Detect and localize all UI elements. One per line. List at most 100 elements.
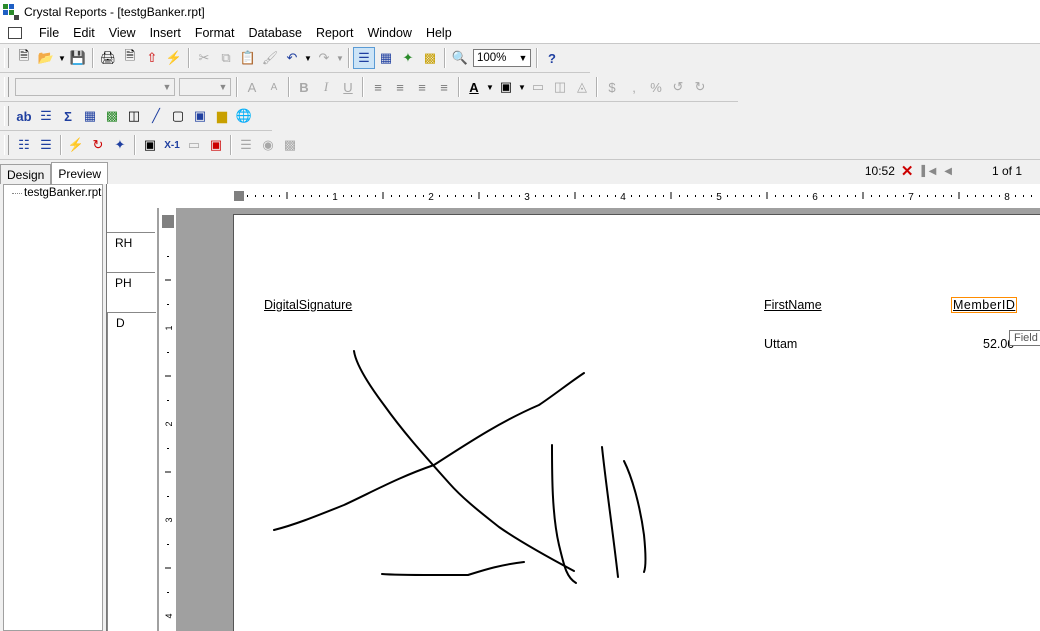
report-preview-area[interactable]: 1 2 3 4 5 6 7 8 RH PH D 1 2 3 4 DigitalSignature F… [106,184,1040,631]
redo-dropdown-icon[interactable]: ▼ [335,54,345,63]
justify-icon[interactable]: ≡ [433,76,455,98]
report-explorer-icon[interactable]: ✦ [397,47,419,69]
section-details[interactable]: D [107,312,156,631]
insert-chart-icon[interactable]: ▆ [211,105,233,127]
group-expert-icon[interactable]: ☷ [13,134,35,156]
copy-icon[interactable]: ⧉ [215,47,237,69]
ruler-tick [463,195,464,197]
formula-workshop-icon[interactable]: ✦ [109,134,131,156]
close-preview-icon[interactable]: ✕ [901,162,914,180]
decrease-decimals-icon[interactable]: ↻ [689,76,711,98]
section-expert-icon[interactable]: ↻ [87,134,109,156]
menu-report[interactable]: Report [309,26,361,40]
italic-icon[interactable]: I [315,76,337,98]
insert-olap-grid-icon[interactable]: ▩ [101,105,123,127]
thousands-separator-icon[interactable]: , [623,76,645,98]
refresh-icon[interactable]: ⚡ [163,47,185,69]
redo-icon[interactable]: ↷ [313,47,335,69]
cut-icon[interactable]: ✂ [193,47,215,69]
toolbar-grip[interactable] [4,48,9,68]
select-expert-icon[interactable]: ⚡ [65,134,87,156]
currency-icon[interactable]: $ [601,76,623,98]
align-right-icon[interactable]: ≡ [411,76,433,98]
ruler-tick [887,195,888,197]
ruler-origin-marker [162,215,174,228]
menu-window[interactable]: Window [360,26,418,40]
font-size-select[interactable]: ▼ [179,78,231,96]
print-icon[interactable]: 🖨 [97,47,119,69]
lock-format-icon[interactable]: ◫ [549,76,571,98]
increase-font-icon[interactable]: A [241,76,263,98]
grid-icon[interactable]: ▩ [279,134,301,156]
section-report-header[interactable]: RH [107,232,155,271]
ruler-tick [607,195,608,197]
open-icon[interactable]: 📂 [35,47,57,69]
repository-explorer-icon[interactable]: ▩ [419,47,441,69]
bold-icon[interactable]: B [293,76,315,98]
align-left-icon[interactable]: ≡ [367,76,389,98]
digital-signature-image[interactable] [234,215,1040,631]
lock-size-icon[interactable]: ◬ [571,76,593,98]
menu-help[interactable]: Help [419,26,459,40]
document-icon[interactable] [8,27,22,39]
tree-node-root[interactable]: testgBanker.rpt [12,187,101,199]
help-icon[interactable]: ? [541,47,563,69]
percent-icon[interactable]: % [645,76,667,98]
alerts-icon[interactable]: ☰ [235,134,257,156]
field-explorer-icon[interactable]: ▦ [375,47,397,69]
highlighting-expert-icon[interactable]: ▣ [205,134,227,156]
insert-group-icon[interactable]: ◫ [123,105,145,127]
find-icon[interactable]: 🔍 [449,47,471,69]
menu-file[interactable]: File [32,26,66,40]
format-painter-icon[interactable]: 🖌 [259,47,281,69]
zoom-select[interactable]: 100% ▼ [473,49,531,67]
menu-database[interactable]: Database [241,26,309,40]
insert-box-icon[interactable]: ▢ [167,105,189,127]
experts-toolbar: ☷ ☰ ⚡ ↻ ✦ ▣ X-1 ▭ ▣ ☰ ◉ ▩ [0,131,314,159]
new-icon[interactable]: 🗎 [13,47,35,69]
paste-icon[interactable]: 📋 [237,47,259,69]
menu-edit[interactable]: Edit [66,26,102,40]
toolbar-grip[interactable] [4,77,9,97]
first-page-icon[interactable]: ▌◀ [921,166,936,177]
toolbar-grip[interactable] [4,106,9,126]
web-icon[interactable]: ◉ [257,134,279,156]
align-center-icon[interactable]: ≡ [389,76,411,98]
suppress-icon[interactable]: ▭ [527,76,549,98]
group-tree-icon[interactable]: ☰ [353,47,375,69]
insert-summary-icon[interactable]: Σ [57,105,79,127]
ruler-tick [615,195,616,197]
open-dropdown-icon[interactable]: ▼ [57,54,67,63]
font-color-icon[interactable]: A [463,76,485,98]
hyperlink-icon[interactable]: ▭ [183,134,205,156]
border-icon[interactable]: ▣ [495,76,517,98]
template-expert-icon[interactable]: ▣ [139,134,161,156]
record-sort-expert-icon[interactable]: ☰ [35,134,57,156]
undo-dropdown-icon[interactable]: ▼ [303,54,313,63]
save-icon[interactable]: 💾 [67,47,89,69]
toolbar-grip[interactable] [4,135,9,155]
underline-icon[interactable]: U [337,76,359,98]
menu-format[interactable]: Format [188,26,242,40]
font-color-dropdown-icon[interactable]: ▼ [485,83,495,92]
tab-preview[interactable]: Preview [51,162,109,184]
print-preview-icon[interactable]: 🗎 [119,47,141,69]
tab-design[interactable]: Design [0,164,52,184]
insert-line-icon[interactable]: ╱ [145,105,167,127]
menu-insert[interactable]: Insert [143,26,188,40]
increase-decimals-icon[interactable]: ↺ [667,76,689,98]
menu-view[interactable]: View [102,26,143,40]
insert-field-icon[interactable]: ☲ [35,105,57,127]
decrease-font-icon[interactable]: A [263,76,285,98]
xtreme-icon[interactable]: X-1 [161,134,183,156]
previous-page-icon[interactable]: ◀ [944,166,952,177]
export-icon[interactable]: ⇧ [141,47,163,69]
section-page-header[interactable]: PH [107,272,155,311]
insert-cross-tab-icon[interactable]: ▦ [79,105,101,127]
border-dropdown-icon[interactable]: ▼ [517,83,527,92]
insert-picture-icon[interactable]: ▣ [189,105,211,127]
undo-icon[interactable]: ↶ [281,47,303,69]
insert-map-icon[interactable]: 🌐 [233,105,255,127]
font-name-select[interactable]: ▼ [15,78,175,96]
insert-text-object-icon[interactable]: ab [13,105,35,127]
